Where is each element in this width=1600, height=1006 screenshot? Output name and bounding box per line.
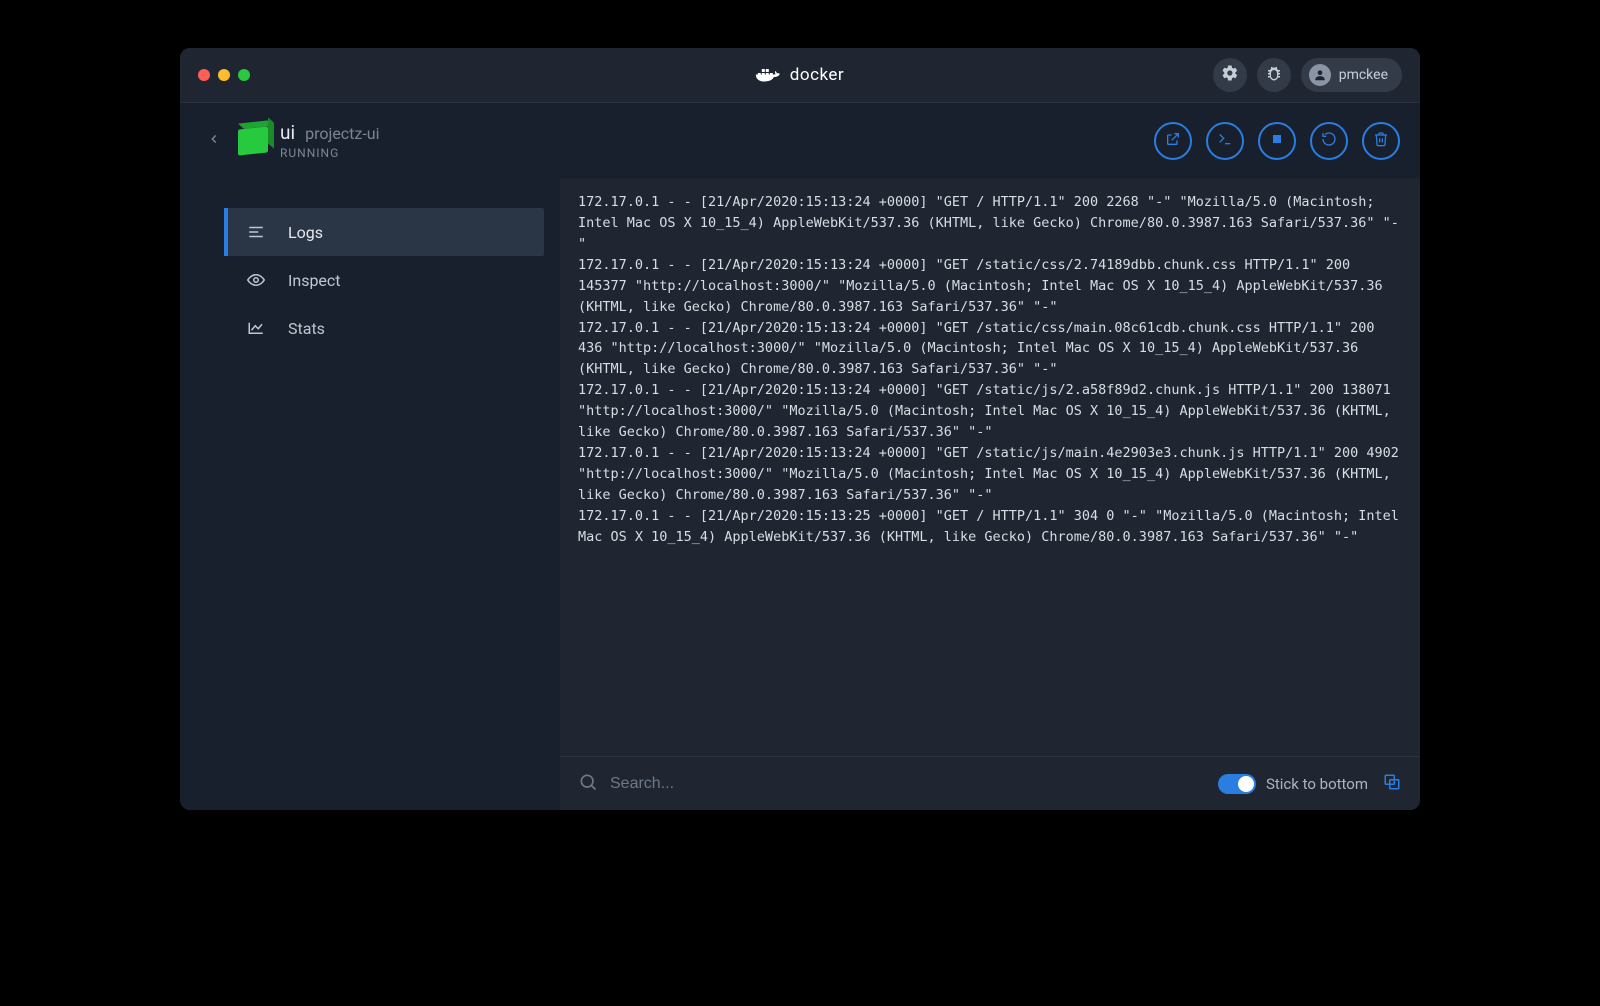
- maximize-window-button[interactable]: [238, 69, 250, 81]
- copy-button[interactable]: [1382, 774, 1402, 794]
- app-window: docker pmckee: [180, 48, 1420, 810]
- body: Logs Inspect Stats 172.17.0.1 - - [21/Ap…: [180, 178, 1420, 810]
- logs-toolbar: Stick to bottom: [560, 756, 1420, 810]
- avatar-icon: [1309, 64, 1331, 86]
- restart-button[interactable]: [1310, 122, 1348, 160]
- container-status: RUNNING: [280, 146, 379, 160]
- copy-icon: [1383, 773, 1401, 795]
- close-window-button[interactable]: [198, 69, 210, 81]
- sidebar-item-label: Stats: [288, 319, 325, 338]
- user-menu[interactable]: pmckee: [1301, 58, 1402, 92]
- logs-icon: [246, 225, 266, 239]
- titlebar: docker pmckee: [180, 48, 1420, 102]
- docker-logo-icon: [756, 65, 782, 85]
- delete-button[interactable]: [1362, 122, 1400, 160]
- logs-output[interactable]: 172.17.0.1 - - [21/Apr/2020:15:13:24 +00…: [560, 178, 1420, 756]
- search-icon: [578, 772, 598, 796]
- stick-to-bottom: Stick to bottom: [1218, 774, 1368, 794]
- open-browser-button[interactable]: [1154, 122, 1192, 160]
- sidebar-item-inspect[interactable]: Inspect: [224, 256, 544, 304]
- main-panel: 172.17.0.1 - - [21/Apr/2020:15:13:24 +00…: [560, 178, 1420, 810]
- brand-name: docker: [790, 65, 844, 85]
- container-header: ui projectz-ui RUNNING: [180, 102, 1420, 178]
- user-name: pmckee: [1339, 67, 1388, 83]
- stop-button[interactable]: [1258, 122, 1296, 160]
- gear-icon: [1221, 64, 1239, 86]
- stick-to-bottom-label: Stick to bottom: [1266, 775, 1368, 793]
- container-actions: [1154, 122, 1400, 160]
- sidebar-item-label: Inspect: [288, 271, 341, 290]
- trash-icon: [1373, 131, 1389, 151]
- stop-icon: [1269, 131, 1285, 151]
- window-controls: [198, 69, 250, 81]
- eye-icon: [246, 273, 266, 287]
- sidebar: Logs Inspect Stats: [180, 178, 560, 810]
- container-icon: [238, 126, 268, 155]
- search-input[interactable]: [610, 775, 1204, 793]
- titlebar-actions: pmckee: [1213, 58, 1402, 92]
- stick-to-bottom-toggle[interactable]: [1218, 774, 1256, 794]
- search-wrap: [578, 772, 1204, 796]
- bug-icon: [1265, 64, 1283, 86]
- cli-button[interactable]: [1206, 122, 1244, 160]
- project-name: projectz-ui: [305, 124, 379, 143]
- external-link-icon: [1165, 131, 1181, 151]
- terminal-icon: [1217, 131, 1233, 151]
- container-name: ui: [280, 121, 295, 144]
- minimize-window-button[interactable]: [218, 69, 230, 81]
- chevron-left-icon: [207, 128, 221, 154]
- troubleshoot-button[interactable]: [1257, 58, 1291, 92]
- sidebar-item-stats[interactable]: Stats: [224, 304, 544, 352]
- back-button[interactable]: [200, 127, 228, 155]
- brand: docker: [756, 65, 844, 85]
- sidebar-item-logs[interactable]: Logs: [224, 208, 544, 256]
- sidebar-item-label: Logs: [288, 223, 323, 242]
- container-title-block: ui projectz-ui RUNNING: [280, 121, 379, 160]
- chart-icon: [246, 320, 266, 336]
- restart-icon: [1321, 131, 1337, 151]
- settings-button[interactable]: [1213, 58, 1247, 92]
